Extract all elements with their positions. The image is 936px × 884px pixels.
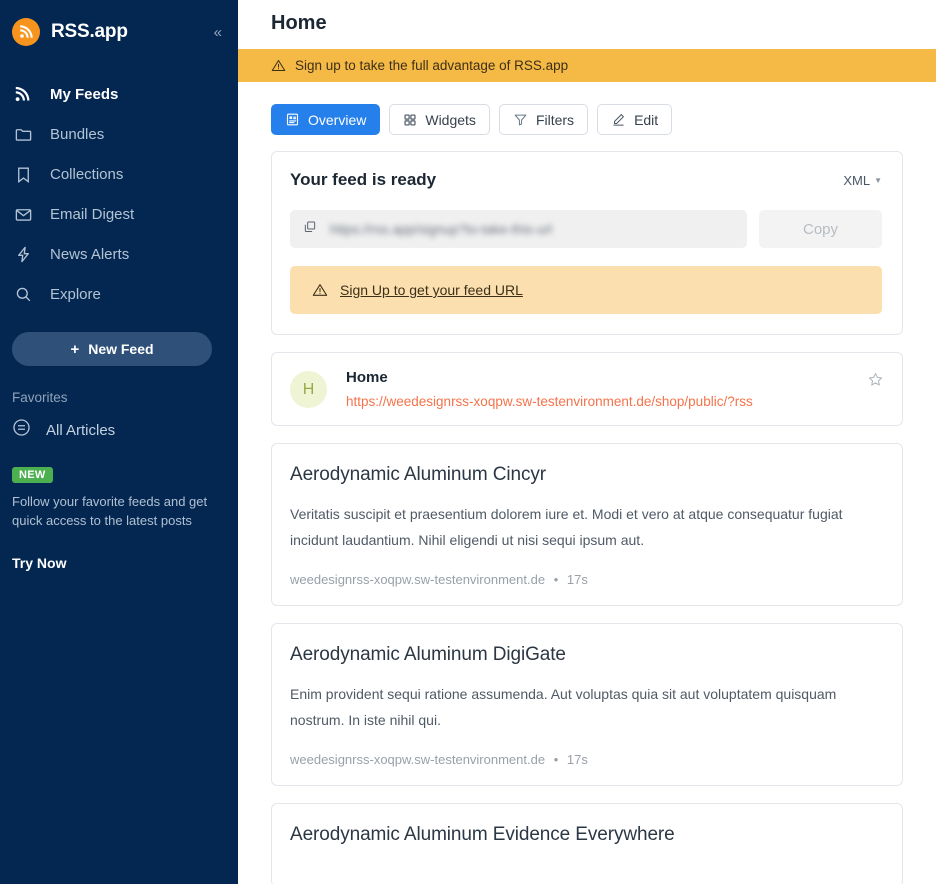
article-meta: weedesignrss-xoqpw.sw-testenvironment.de… bbox=[290, 752, 882, 767]
alert-banner-text: Sign up to take the full advantage of RS… bbox=[295, 58, 569, 73]
feed-url-input[interactable]: https://rss.app/signup?to-take-this-url bbox=[290, 210, 747, 248]
tab-widgets[interactable]: Widgets bbox=[389, 104, 490, 135]
new-feed-button[interactable]: + New Feed bbox=[12, 332, 212, 366]
main-content: Home Sign up to take the full advantage … bbox=[238, 0, 936, 884]
page-title: Home bbox=[271, 12, 327, 34]
feed-info-title: Home bbox=[346, 369, 388, 386]
copy-icon bbox=[303, 220, 317, 239]
tab-label: Filters bbox=[535, 111, 575, 128]
sidebar-nav: My Feeds Bundles Collections Email Diges… bbox=[0, 74, 238, 314]
sidebar: RSS.app « My Feeds Bundles Collections E… bbox=[0, 0, 238, 884]
article-title: Aerodynamic Aluminum Evidence Everywhere bbox=[290, 824, 675, 845]
new-feed-label: New Feed bbox=[88, 341, 154, 357]
format-value: XML bbox=[843, 173, 871, 188]
article-time: 17s bbox=[566, 572, 588, 587]
feed-ready-title: Your feed is ready bbox=[290, 170, 437, 189]
tab-edit[interactable]: Edit bbox=[597, 104, 673, 135]
feed-info-body: Home https://weedesignrss-xoqpw.sw-teste… bbox=[346, 369, 753, 409]
tab-label: Overview bbox=[308, 111, 367, 128]
try-now-link[interactable]: Try Now bbox=[12, 555, 66, 571]
content-area: Your feed is ready XML ▼ https://rss.app… bbox=[238, 135, 936, 884]
article-description: Enim provident sequi ratione assumenda. … bbox=[290, 686, 837, 728]
favorites-heading: Favorites bbox=[12, 390, 68, 405]
copy-button[interactable]: Copy bbox=[759, 210, 882, 248]
sidebar-item-email-digest[interactable]: Email Digest bbox=[0, 194, 238, 234]
folder-icon bbox=[14, 124, 40, 144]
sidebar-item-label: News Alerts bbox=[50, 245, 130, 263]
signup-notice[interactable]: Sign Up to get your feed URL bbox=[290, 266, 882, 314]
sidebar-item-label: All Articles bbox=[46, 421, 116, 439]
article-meta: weedesignrss-xoqpw.sw-testenvironment.de… bbox=[290, 572, 882, 587]
signup-notice-link[interactable]: Sign Up to get your feed URL bbox=[340, 282, 523, 298]
signup-alert-banner[interactable]: Sign up to take the full advantage of RS… bbox=[238, 49, 936, 82]
promo-text: Follow your favorite feeds and get quick… bbox=[12, 494, 208, 528]
view-tabs: Overview Widgets Filters Edit bbox=[238, 82, 936, 135]
sidebar-item-explore[interactable]: Explore bbox=[0, 274, 238, 314]
article-card[interactable]: Aerodynamic Aluminum Evidence Everywhere bbox=[271, 803, 903, 884]
article-source: weedesignrss-xoqpw.sw-testenvironment.de bbox=[290, 572, 546, 587]
article-source: weedesignrss-xoqpw.sw-testenvironment.de bbox=[290, 752, 546, 767]
bolt-icon bbox=[14, 244, 40, 264]
brand-row: RSS.app « bbox=[0, 8, 238, 56]
bookmark-icon bbox=[14, 164, 40, 184]
tab-label: Edit bbox=[634, 111, 659, 128]
sidebar-item-label: Explore bbox=[50, 285, 101, 303]
feed-url-row: https://rss.app/signup?to-take-this-url … bbox=[290, 210, 882, 248]
feed-info-url[interactable]: https://weedesignrss-xoqpw.sw-testenviro… bbox=[346, 394, 753, 409]
article-card[interactable]: Aerodynamic Aluminum Cincyr Veritatis su… bbox=[271, 443, 903, 606]
overview-icon bbox=[285, 112, 300, 127]
tab-label: Widgets bbox=[425, 111, 476, 128]
funnel-icon bbox=[513, 112, 528, 127]
feed-ready-header: Your feed is ready XML ▼ bbox=[290, 170, 882, 190]
chevron-down-icon: ▼ bbox=[874, 176, 882, 185]
feed-info-card: H Home https://weedesignrss-xoqpw.sw-tes… bbox=[271, 352, 903, 426]
warning-triangle-icon bbox=[312, 282, 328, 298]
sidebar-item-news-alerts[interactable]: News Alerts bbox=[0, 234, 238, 274]
pencil-icon bbox=[611, 112, 626, 127]
format-dropdown[interactable]: XML ▼ bbox=[843, 173, 882, 188]
feed-ready-card: Your feed is ready XML ▼ https://rss.app… bbox=[271, 151, 903, 335]
article-title: Aerodynamic Aluminum DigiGate bbox=[290, 644, 566, 665]
article-description: Veritatis suscipit et praesentium dolore… bbox=[290, 506, 843, 548]
sidebar-item-label: Bundles bbox=[50, 125, 105, 143]
tab-overview[interactable]: Overview bbox=[271, 104, 381, 135]
search-icon bbox=[14, 284, 40, 304]
sidebar-item-all-articles[interactable]: All Articles bbox=[0, 417, 238, 443]
article-card[interactable]: Aerodynamic Aluminum DigiGate Enim provi… bbox=[271, 623, 903, 786]
sidebar-item-label: Collections bbox=[50, 165, 124, 183]
feed-url-value: https://rss.app/signup?to-take-this-url bbox=[330, 221, 553, 237]
brand-name: RSS.app bbox=[51, 21, 128, 42]
collapse-sidebar-button[interactable]: « bbox=[212, 21, 224, 44]
avatar: H bbox=[290, 371, 327, 408]
plus-icon: + bbox=[70, 340, 80, 358]
app-root: RSS.app « My Feeds Bundles Collections E… bbox=[0, 0, 936, 884]
star-outline-icon[interactable] bbox=[867, 369, 884, 388]
envelope-icon bbox=[14, 204, 40, 224]
sidebar-item-my-feeds[interactable]: My Feeds bbox=[0, 74, 238, 114]
rss-icon bbox=[12, 18, 40, 46]
sidebar-item-bundles[interactable]: Bundles bbox=[0, 114, 238, 154]
meta-separator: • bbox=[553, 572, 559, 587]
sidebar-item-label: My Feeds bbox=[50, 85, 119, 103]
article-time: 17s bbox=[566, 752, 588, 767]
circle-list-icon bbox=[11, 417, 33, 443]
new-badge: NEW bbox=[12, 467, 53, 483]
grid-icon bbox=[403, 113, 417, 127]
tab-filters[interactable]: Filters bbox=[498, 104, 589, 135]
article-title: Aerodynamic Aluminum Cincyr bbox=[290, 464, 546, 485]
rss-icon bbox=[14, 84, 40, 104]
warning-triangle-icon bbox=[271, 58, 286, 73]
meta-separator: • bbox=[553, 752, 559, 767]
sidebar-item-collections[interactable]: Collections bbox=[0, 154, 238, 194]
sidebar-item-label: Email Digest bbox=[50, 205, 135, 223]
